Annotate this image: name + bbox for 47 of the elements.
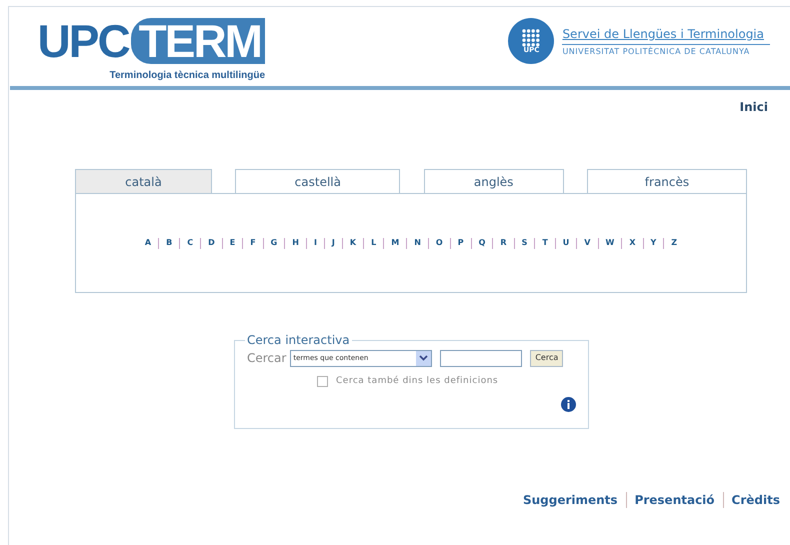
letter-link[interactable]: H	[292, 237, 299, 249]
organization-link[interactable]: Servei de Llengües i Terminologia	[562, 24, 770, 44]
letter-link[interactable]: C	[187, 237, 194, 249]
home-link[interactable]: Inici	[740, 98, 768, 116]
footer-link[interactable]: Presentació	[634, 491, 715, 509]
letter-link[interactable]: E	[230, 237, 236, 249]
search-legend: Cerca interactiva	[245, 331, 352, 349]
letter-link[interactable]: V	[584, 237, 590, 249]
letter-link[interactable]: G	[270, 237, 278, 249]
letter-link[interactable]: Y	[650, 237, 656, 249]
letter-link[interactable]: D	[208, 237, 215, 249]
language-tab[interactable]: català	[75, 169, 212, 193]
letter-link[interactable]: T	[542, 237, 548, 249]
logo-subtitle: Terminologia tècnica multilingüe	[110, 69, 265, 83]
letter-link[interactable]: I	[314, 237, 317, 249]
letter-link[interactable]: R	[500, 237, 507, 249]
letter-link[interactable]: N	[414, 237, 421, 249]
letter-link[interactable]: A	[144, 237, 152, 249]
letter-link[interactable]: L	[371, 237, 376, 249]
letter-link[interactable]: X	[629, 237, 636, 249]
logo-text: TERM	[130, 18, 265, 64]
university-name: UNIVERSITAT POLITÈCNICA DE CATALUNYA	[562, 46, 751, 58]
letter-link[interactable]: O	[436, 237, 443, 249]
letter-link[interactable]: K	[350, 237, 356, 249]
letter-link[interactable]: B	[166, 237, 172, 249]
definitions-label: Cerca també dins les definicions	[336, 375, 498, 388]
letter-link[interactable]: F	[250, 237, 256, 249]
letter-link[interactable]: W	[606, 237, 614, 249]
letter-link[interactable]: M	[391, 237, 400, 249]
letter-link[interactable]: S	[522, 237, 528, 249]
search-button[interactable]: Cerca	[530, 350, 564, 366]
footer-link[interactable]: Suggeriments	[522, 491, 618, 509]
footer-link[interactable]: Crèdits	[732, 491, 780, 509]
definitions-checkbox[interactable]	[317, 376, 328, 388]
search-label: Cercar	[247, 350, 286, 367]
letter-link[interactable]: P	[458, 237, 464, 249]
language-tab[interactable]: castellà	[235, 169, 400, 193]
letter-link[interactable]: Z	[671, 237, 678, 249]
logo-text: UPC	[38, 18, 130, 64]
letter-link[interactable]: Q	[478, 237, 486, 249]
letter-link[interactable]: U	[562, 237, 570, 249]
language-tab[interactable]: francès	[586, 169, 747, 193]
search-input[interactable]	[440, 350, 522, 366]
letter-link[interactable]: J	[332, 237, 335, 249]
info-icon[interactable]	[561, 396, 576, 412]
language-tab[interactable]: anglès	[424, 169, 564, 193]
dropdown-icon	[416, 350, 432, 366]
